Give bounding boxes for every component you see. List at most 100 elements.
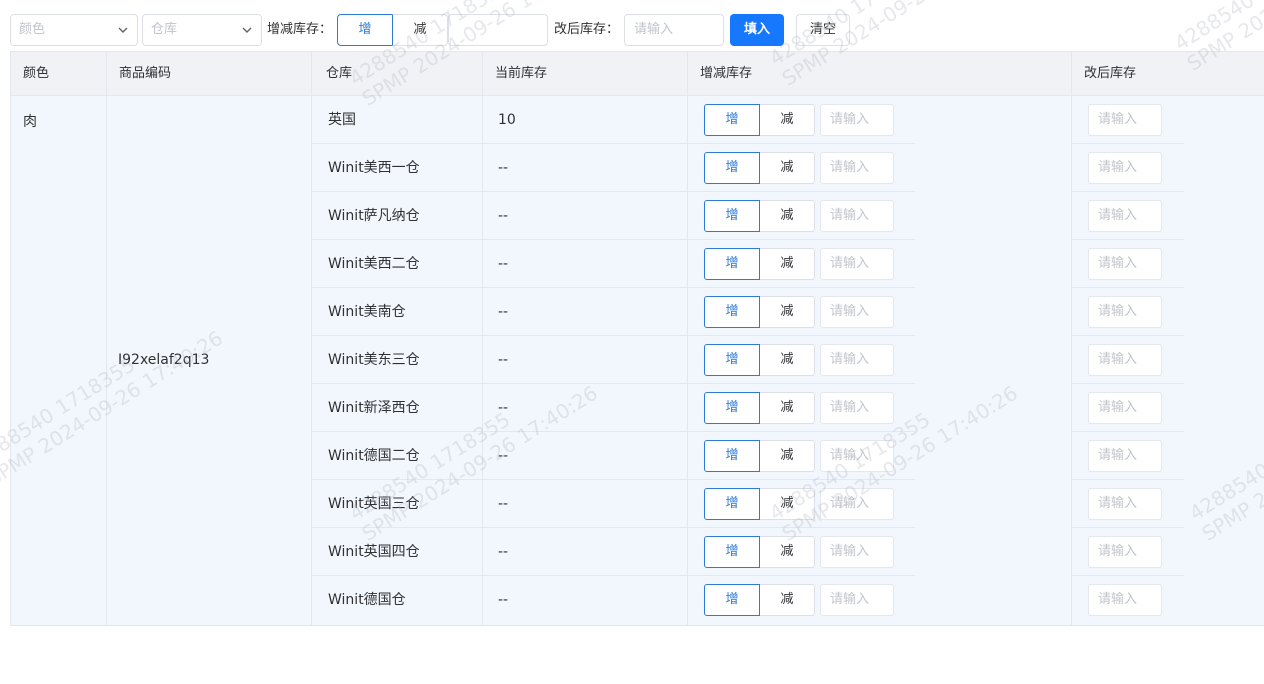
table-row: Winit美西二仓 -- 增减请输入 请输入 <box>311 240 1215 288</box>
table-row: Winit英国三仓 -- 增减请输入 请输入 <box>311 480 1215 528</box>
warehouse-cell: Winit萨凡纳仓 <box>328 208 420 224</box>
warehouse-cell: Winit德国二仓 <box>328 448 420 464</box>
table-row: Winit萨凡纳仓 -- 增减请输入 请输入 <box>311 192 1215 240</box>
decrease-toggle[interactable]: 减 <box>392 14 448 46</box>
row-after-stock-input[interactable]: 请输入 <box>1088 584 1162 616</box>
row-decrease-toggle[interactable]: 减 <box>760 200 815 232</box>
row-decrease-toggle[interactable]: 减 <box>760 440 815 472</box>
fill-button[interactable]: 填入 <box>730 14 784 46</box>
row-increase-toggle[interactable]: 增 <box>704 152 760 184</box>
warehouse-cell: Winit新泽西仓 <box>328 400 420 416</box>
after-stock-label: 改后库存： <box>554 22 620 37</box>
chevron-down-icon <box>118 27 128 33</box>
header-current-stock: 当前库存 <box>483 52 688 96</box>
row-increase-toggle[interactable]: 增 <box>704 392 760 424</box>
warehouse-select-placeholder: 仓库 <box>151 22 178 37</box>
row-decrease-toggle[interactable]: 减 <box>760 536 815 568</box>
table-row: Winit英国四仓 -- 增减请输入 请输入 <box>311 528 1215 576</box>
current-stock-cell: -- <box>498 208 509 224</box>
table-row: Winit美东三仓 -- 增减请输入 请输入 <box>311 336 1215 384</box>
current-stock-cell: -- <box>498 160 509 176</box>
warehouse-cell: Winit美东三仓 <box>328 352 420 368</box>
row-increase-toggle[interactable]: 增 <box>704 104 760 136</box>
warehouse-cell: Winit美西二仓 <box>328 256 420 272</box>
current-stock-cell: -- <box>498 304 509 320</box>
row-increase-toggle[interactable]: 增 <box>704 296 760 328</box>
row-adjust-input[interactable]: 请输入 <box>820 392 894 424</box>
warehouse-cell: Winit英国三仓 <box>328 496 420 512</box>
current-stock-cell: -- <box>498 496 509 512</box>
warehouse-cell: Winit德国仓 <box>328 592 406 608</box>
row-increase-toggle[interactable]: 增 <box>704 440 760 472</box>
table-row: Winit德国二仓 -- 增减请输入 请输入 <box>311 432 1215 480</box>
row-decrease-toggle[interactable]: 减 <box>760 488 815 520</box>
adjust-quantity-input[interactable] <box>448 14 548 46</box>
current-stock-cell: -- <box>498 352 509 368</box>
row-after-stock-input[interactable]: 请输入 <box>1088 488 1162 520</box>
warehouse-cell: Winit英国四仓 <box>328 544 420 560</box>
row-adjust-input[interactable]: 请输入 <box>820 152 894 184</box>
increase-toggle[interactable]: 增 <box>337 14 393 46</box>
row-adjust-input[interactable]: 请输入 <box>820 296 894 328</box>
row-decrease-toggle[interactable]: 减 <box>760 344 815 376</box>
row-increase-toggle[interactable]: 增 <box>704 536 760 568</box>
warehouse-cell: Winit美西一仓 <box>328 160 420 176</box>
current-stock-cell: -- <box>498 400 509 416</box>
row-decrease-toggle[interactable]: 减 <box>760 392 815 424</box>
row-decrease-toggle[interactable]: 减 <box>760 296 815 328</box>
current-stock-cell: -- <box>498 256 509 272</box>
table-row: Winit德国仓 -- 增减请输入 请输入 <box>311 576 1215 624</box>
row-after-stock-input[interactable]: 请输入 <box>1088 344 1162 376</box>
current-stock-cell: -- <box>498 544 509 560</box>
after-stock-input[interactable]: 请输入 <box>624 14 724 46</box>
warehouse-select[interactable]: 仓库 <box>142 14 262 46</box>
sku-cell: I92xelaf2q13 <box>118 352 210 368</box>
row-adjust-input[interactable]: 请输入 <box>820 440 894 472</box>
row-after-stock-input[interactable]: 请输入 <box>1088 392 1162 424</box>
color-select[interactable]: 颜色 <box>10 14 138 46</box>
header-warehouse: 仓库 <box>312 52 483 96</box>
table-row: Winit美南仓 -- 增减请输入 请输入 <box>311 288 1215 336</box>
row-decrease-toggle[interactable]: 减 <box>760 584 815 616</box>
filter-toolbar: 颜色 仓库 增减库存： 增 减 改后库存： 请输入 填入 清空 <box>0 0 1264 50</box>
row-decrease-toggle[interactable]: 减 <box>760 104 815 136</box>
warehouse-cell: Winit美南仓 <box>328 304 406 320</box>
row-adjust-input[interactable]: 请输入 <box>820 488 894 520</box>
column-divider <box>106 96 107 625</box>
row-adjust-input[interactable]: 请输入 <box>820 104 894 136</box>
row-adjust-input[interactable]: 请输入 <box>820 344 894 376</box>
chevron-down-icon <box>242 27 252 33</box>
current-stock-cell: 10 <box>498 112 516 128</box>
header-after-stock: 改后库存 <box>1084 66 1137 81</box>
row-increase-toggle[interactable]: 增 <box>704 584 760 616</box>
row-after-stock-input[interactable]: 请输入 <box>1088 248 1162 280</box>
row-decrease-toggle[interactable]: 减 <box>760 152 815 184</box>
color-select-placeholder: 颜色 <box>19 22 46 37</box>
row-adjust-input[interactable]: 请输入 <box>820 584 894 616</box>
header-color: 颜色 <box>11 52 107 96</box>
row-increase-toggle[interactable]: 增 <box>704 200 760 232</box>
warehouse-cell: 英国 <box>328 112 356 128</box>
clear-button[interactable]: 清空 <box>796 14 850 46</box>
table-row: 英国 10 增减请输入 请输入 <box>311 96 1215 144</box>
current-stock-cell: -- <box>498 448 509 464</box>
row-after-stock-input[interactable]: 请输入 <box>1088 440 1162 472</box>
row-after-stock-input[interactable]: 请输入 <box>1088 200 1162 232</box>
header-adjust-stock: 增减库存 <box>688 52 1072 96</box>
row-after-stock-input[interactable]: 请输入 <box>1088 152 1162 184</box>
color-cell: 肉 <box>23 114 37 130</box>
row-increase-toggle[interactable]: 增 <box>704 248 760 280</box>
row-increase-toggle[interactable]: 增 <box>704 488 760 520</box>
adjust-stock-label: 增减库存： <box>267 22 333 37</box>
table-body: 肉 I92xelaf2q13 英国 10 增减请输入 请输入 Winit美西一仓 -- 增减… <box>10 96 1264 626</box>
row-decrease-toggle[interactable]: 减 <box>760 248 815 280</box>
row-after-stock-input[interactable]: 请输入 <box>1088 296 1162 328</box>
row-adjust-input[interactable]: 请输入 <box>820 200 894 232</box>
row-adjust-input[interactable]: 请输入 <box>820 248 894 280</box>
stock-table: 颜色 商品编码 仓库 当前库存 增减库存 改后库存 肉 I92xelaf2q13… <box>10 51 1264 626</box>
table-row: Winit美西一仓 -- 增减请输入 请输入 <box>311 144 1215 192</box>
row-increase-toggle[interactable]: 增 <box>704 344 760 376</box>
row-adjust-input[interactable]: 请输入 <box>820 536 894 568</box>
row-after-stock-input[interactable]: 请输入 <box>1088 536 1162 568</box>
row-after-stock-input[interactable]: 请输入 <box>1088 104 1162 136</box>
